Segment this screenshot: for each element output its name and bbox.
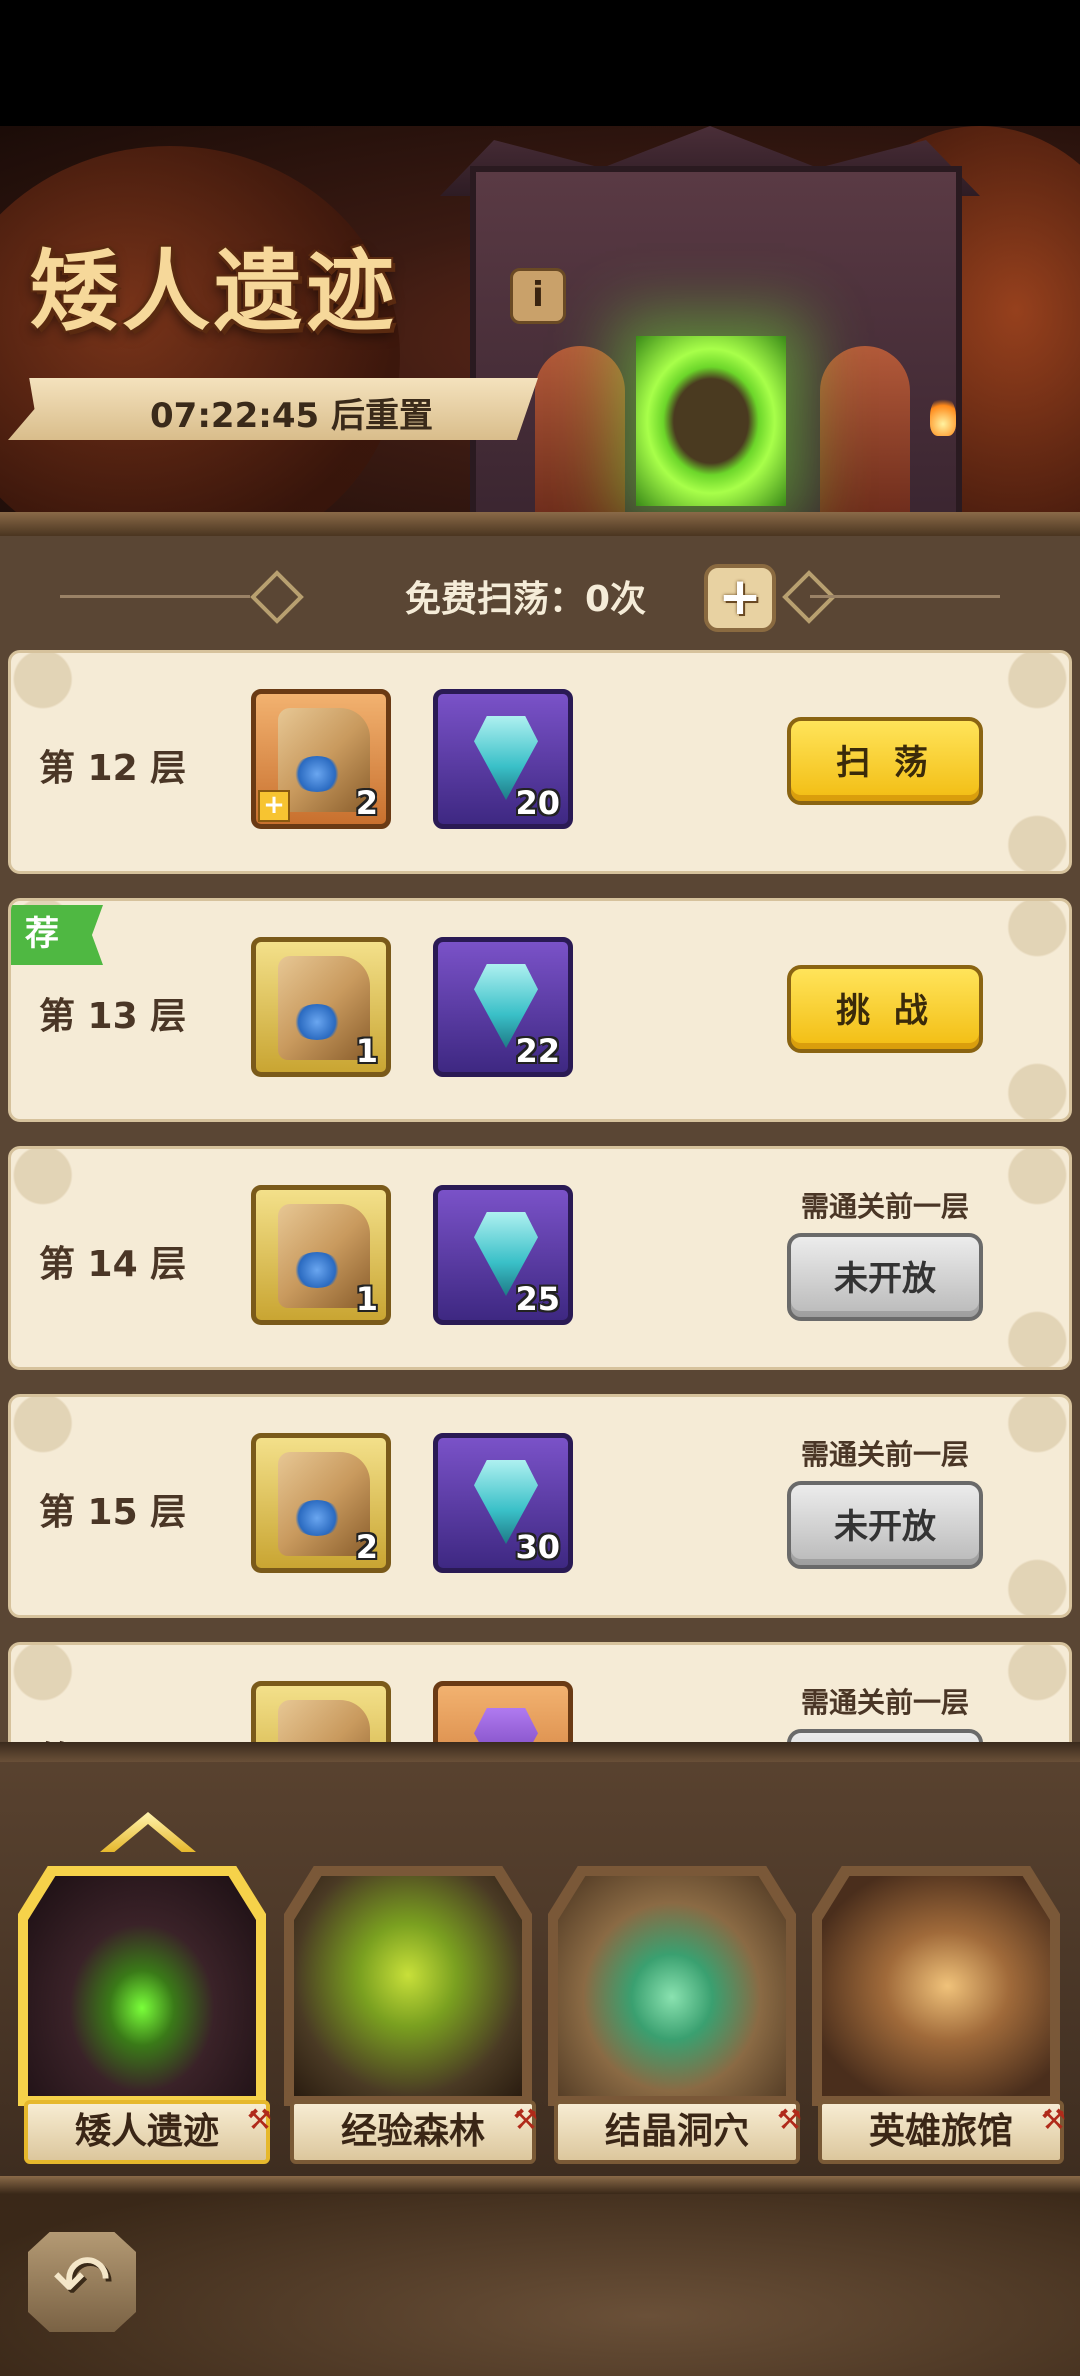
reward-shard-item[interactable]: + 2 <box>251 689 391 829</box>
requirement-text: 需通关前一层 <box>800 1190 969 1223</box>
floor-card-13: 荐 第 13 层 1 22 挑 战 <box>8 898 1072 1122</box>
tab-label-text: 英雄旅馆 <box>868 2111 1013 2152</box>
reward-count: 25 <box>515 1280 560 1318</box>
requirement-text: 需通关前一层 <box>800 1438 969 1471</box>
dungeon-banner: 矮人遗迹 i 07:22:45 后重置 <box>0 126 1080 520</box>
forest-tree-icon <box>294 1876 522 2096</box>
info-icon[interactable]: i <box>510 268 566 324</box>
tab-hero-inn[interactable] <box>812 1866 1060 2106</box>
tab-crystal-cave[interactable] <box>548 1866 796 2106</box>
locked-button[interactable]: 未开放 <box>787 1233 983 1321</box>
reward-gem-item[interactable]: 22 <box>433 937 573 1077</box>
reset-timer: 07:22:45 后重置 <box>150 396 433 436</box>
locked-button[interactable]: 未开放 <box>787 1481 983 1569</box>
reward-gem-item[interactable]: 20 <box>433 689 573 829</box>
reward-shard-item[interactable]: 2 <box>251 1433 391 1573</box>
footer-border <box>0 2176 1080 2194</box>
status-bar <box>0 0 1080 126</box>
locked-button[interactable] <box>787 1729 983 1742</box>
back-arrow-icon: ↶ <box>52 2239 112 2321</box>
inn-table-icon <box>822 1876 1050 2096</box>
hammer-icon: ⚒ <box>1040 2103 1066 2136</box>
banner-divider <box>0 512 1080 536</box>
reward-count: 1 <box>355 1032 378 1070</box>
reward-count: 2 <box>355 784 378 822</box>
add-sweep-button[interactable]: + <box>704 564 776 632</box>
green-portal <box>636 336 786 506</box>
statue-right <box>820 346 910 520</box>
dwarf-ruins-icon <box>28 1876 256 2096</box>
tab-exp-forest[interactable] <box>284 1866 532 2106</box>
tab-bar-border <box>0 1742 1080 1762</box>
hammer-icon: ⚒ <box>246 2103 272 2136</box>
floor-list[interactable]: 免费扫荡：0次 + 第 12 层 + 2 20 扫 荡 荐 第 13 层 1 2… <box>0 536 1080 1742</box>
stone-shard-icon <box>278 1700 370 1742</box>
back-button[interactable]: ↶ <box>28 2232 136 2332</box>
floor-label: 第 12 层 <box>39 748 187 789</box>
diamond-ornament-icon <box>250 570 304 624</box>
floor-label: 第 16 层 <box>39 1731 186 1742</box>
statue-left <box>535 346 625 520</box>
requirement-text: 需通关前一层 <box>800 1686 969 1719</box>
page-title: 矮人遗迹 <box>30 239 399 343</box>
plus-badge-icon: + <box>258 790 290 822</box>
divider-left <box>60 595 250 598</box>
free-sweep-label: 免费扫荡：0次 <box>405 579 647 620</box>
floor-card-14: 第 14 层 1 25 需通关前一层 未开放 <box>8 1146 1072 1370</box>
footer: ↶ <box>0 2176 1080 2376</box>
tab-label-text: 经验森林 <box>340 2111 485 2152</box>
purple-gem-icon <box>474 1708 538 1742</box>
tab-dwarf-ruins[interactable] <box>18 1866 266 2106</box>
torch-right-icon <box>930 396 956 436</box>
reward-shard-item[interactable]: 1 <box>251 937 391 1077</box>
floor-label: 第 15 层 <box>39 1492 187 1533</box>
sweep-button[interactable]: 扫 荡 <box>787 717 983 805</box>
reward-count: 30 <box>515 1528 560 1566</box>
tab-label-hero-inn[interactable]: 英雄旅馆 ⚒ <box>818 2100 1066 2164</box>
floor-card-16: 第 16 层 需通关前一层 <box>8 1642 1072 1742</box>
crystal-cave-icon <box>558 1876 786 2096</box>
free-sweep-row: 免费扫荡：0次 + <box>0 536 1080 646</box>
tab-label-text: 结晶洞穴 <box>604 2111 749 2152</box>
reward-count: 2 <box>355 1528 378 1566</box>
floor-label: 第 14 层 <box>39 1244 187 1285</box>
tab-label-dwarf-ruins[interactable]: 矮人遗迹 ⚒ <box>24 2100 272 2164</box>
reward-gem-item[interactable]: 30 <box>433 1433 573 1573</box>
reward-count: 1 <box>355 1280 378 1318</box>
selected-indicator-icon <box>100 1812 196 1852</box>
reward-count: 20 <box>515 784 560 822</box>
tab-label-crystal-cave[interactable]: 结晶洞穴 ⚒ <box>554 2100 802 2164</box>
floor-card-15: 第 15 层 2 30 需通关前一层 未开放 <box>8 1394 1072 1618</box>
challenge-button[interactable]: 挑 战 <box>787 965 983 1053</box>
recommended-tag: 荐 <box>11 905 103 965</box>
reward-count: 22 <box>515 1032 560 1070</box>
divider-right <box>810 595 1000 598</box>
hammer-icon: ⚒ <box>512 2103 538 2136</box>
floor-card-12: 第 12 层 + 2 20 扫 荡 <box>8 650 1072 874</box>
reward-shard-item[interactable]: 1 <box>251 1185 391 1325</box>
reward-gem-item[interactable]: 25 <box>433 1185 573 1325</box>
reward-gem-item[interactable] <box>433 1681 573 1742</box>
tab-label-text: 矮人遗迹 <box>74 2111 219 2152</box>
hammer-icon: ⚒ <box>776 2103 802 2136</box>
floor-label: 第 13 层 <box>39 996 187 1037</box>
tab-label-exp-forest[interactable]: 经验森林 ⚒ <box>290 2100 538 2164</box>
reward-shard-item[interactable] <box>251 1681 391 1742</box>
